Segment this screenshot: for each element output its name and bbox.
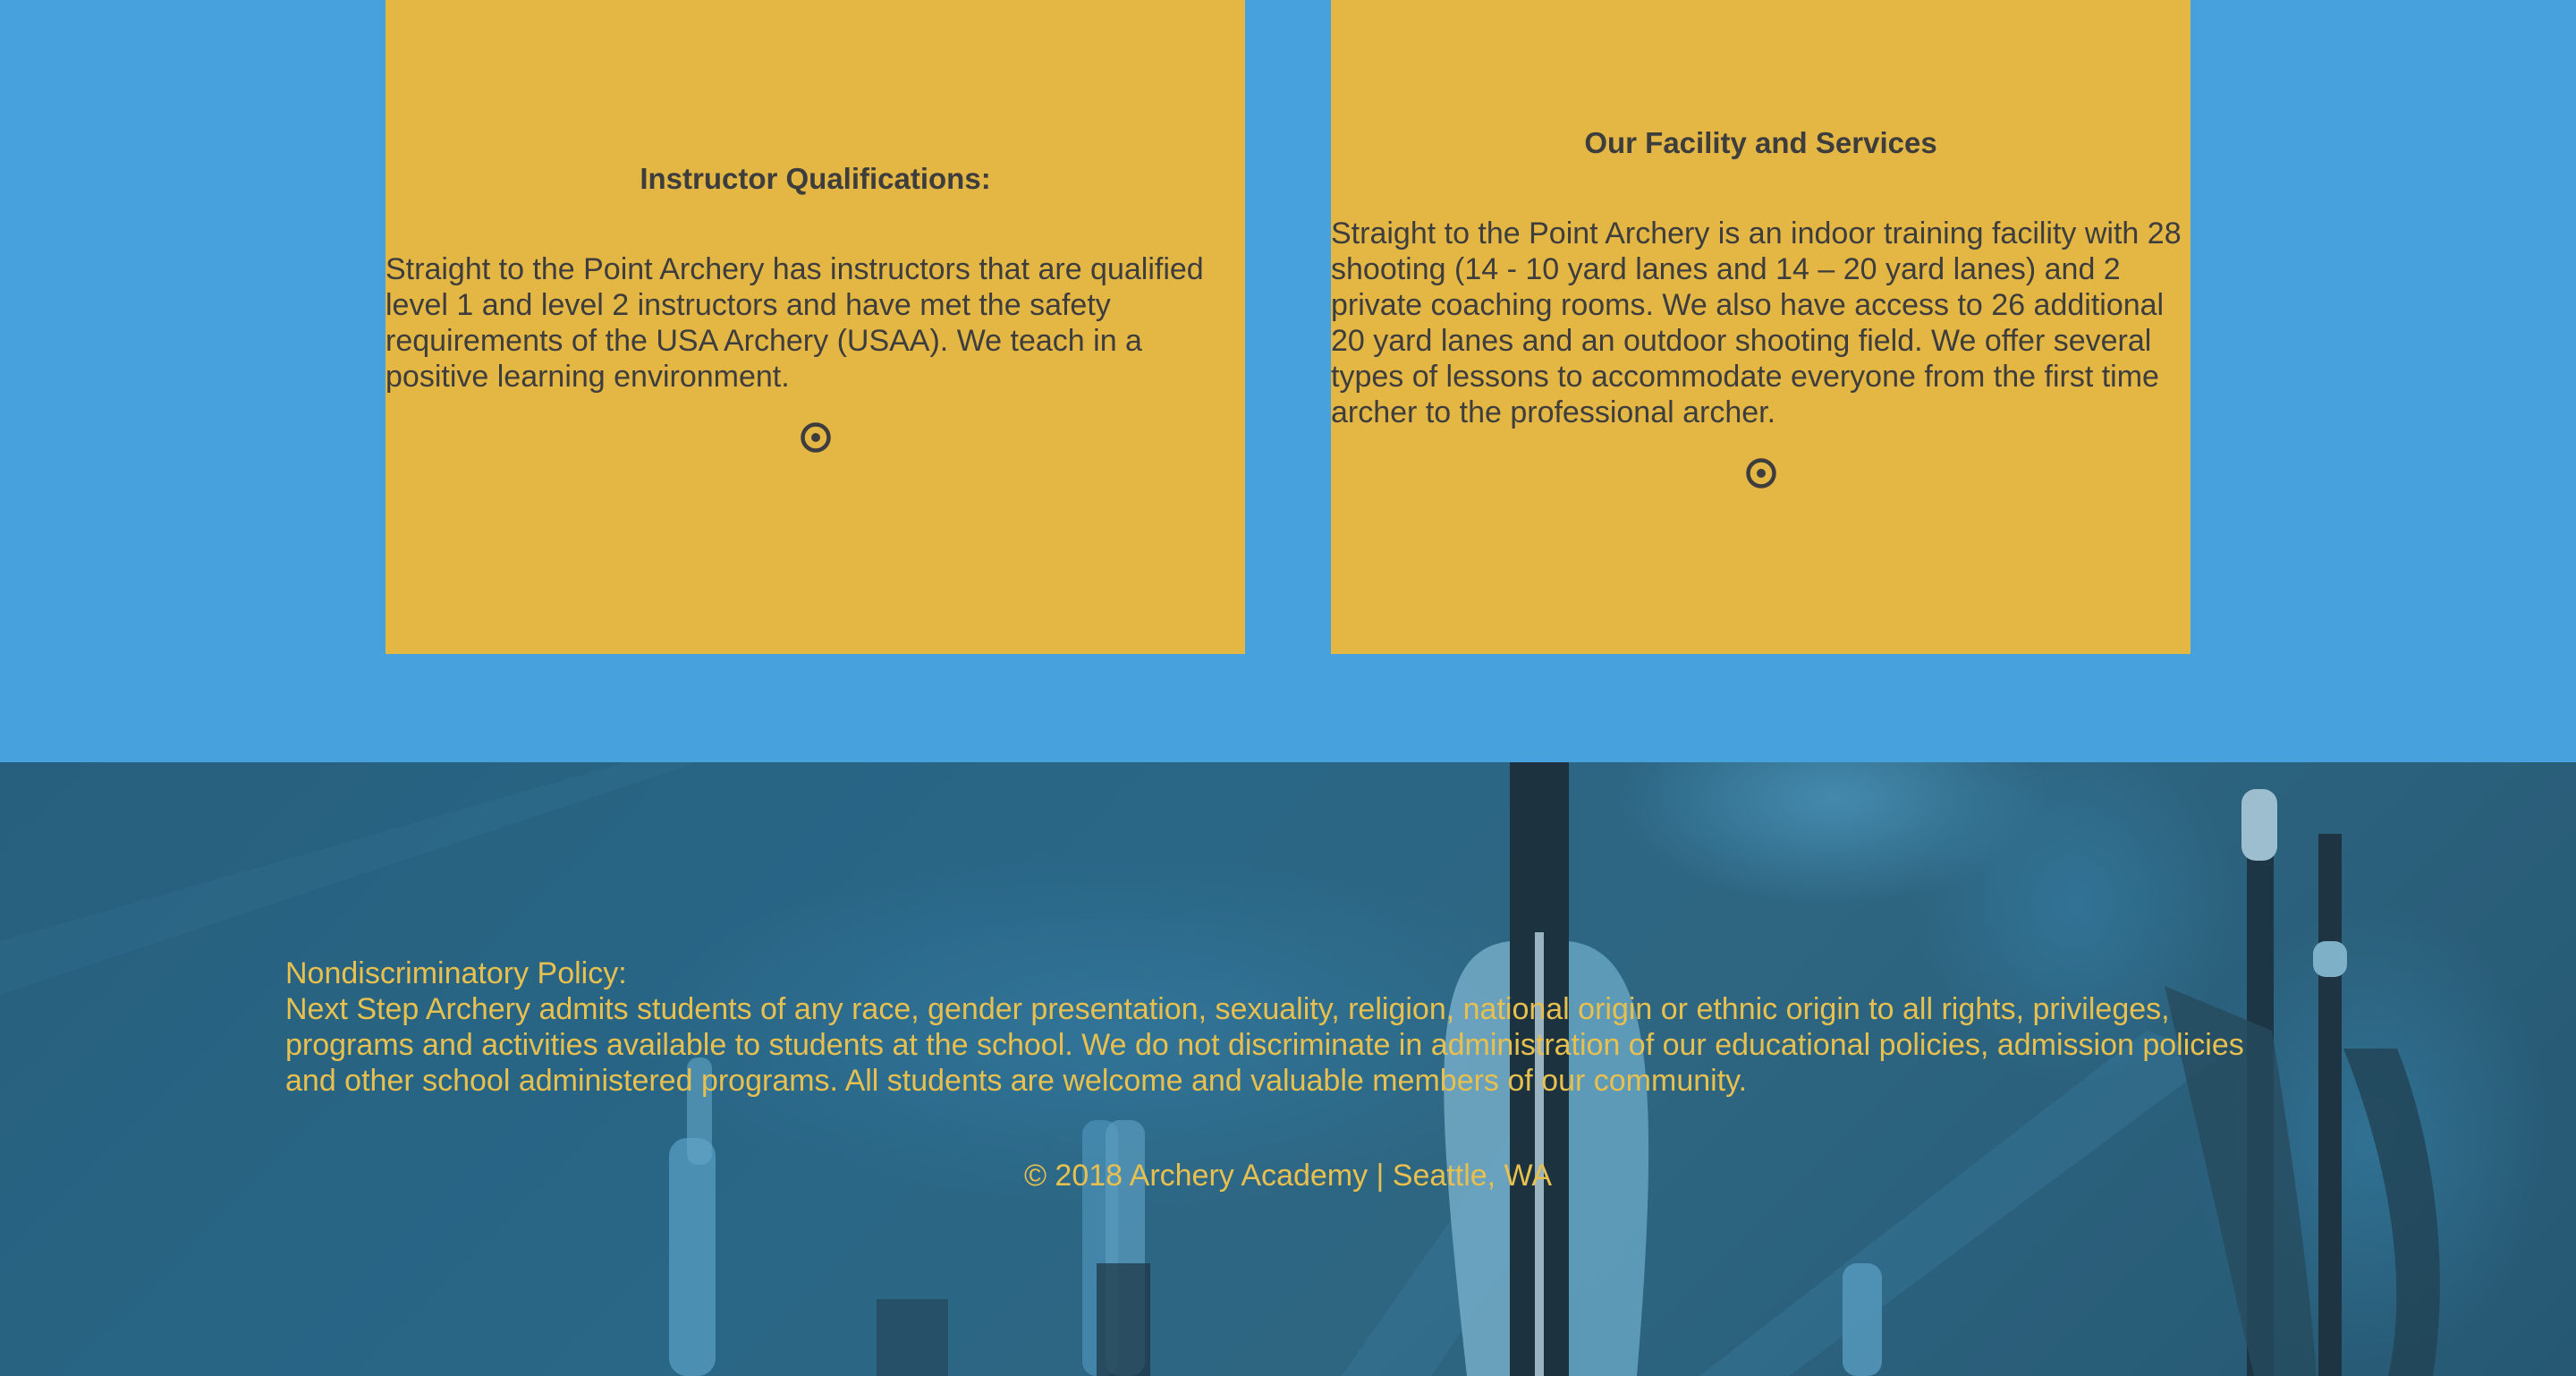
facility-services-card: Our Facility and Services Straight to th… bbox=[1331, 0, 2190, 654]
card-content: Instructor Qualifications: Straight to t… bbox=[386, 160, 1245, 454]
services-section: Instructor Qualifications: Straight to t… bbox=[0, 0, 2576, 762]
card-title: Our Facility and Services bbox=[1584, 126, 1937, 159]
card-body: Straight to the Point Archery is an indo… bbox=[1331, 217, 2182, 429]
footer: Nondiscriminatory Policy: Next Step Arch… bbox=[0, 762, 2576, 1376]
card-body: Straight to the Point Archery has instru… bbox=[386, 252, 1204, 394]
card-content: Our Facility and Services Straight to th… bbox=[1331, 124, 2190, 489]
card-title: Instructor Qualifications: bbox=[640, 162, 991, 195]
copyright-text: © 2018 Archery Academy | Seattle, WA bbox=[1023, 1159, 1553, 1193]
policy-title: Nondiscriminatory Policy: bbox=[285, 956, 627, 990]
nondiscriminatory-policy: Nondiscriminatory Policy: Next Step Arch… bbox=[285, 956, 2289, 1099]
instructor-qualifications-card: Instructor Qualifications: Straight to t… bbox=[386, 0, 1245, 654]
target-icon bbox=[1745, 458, 1776, 488]
policy-text: Next Step Archery admits students of any… bbox=[285, 992, 2244, 1098]
target-icon bbox=[800, 422, 831, 453]
